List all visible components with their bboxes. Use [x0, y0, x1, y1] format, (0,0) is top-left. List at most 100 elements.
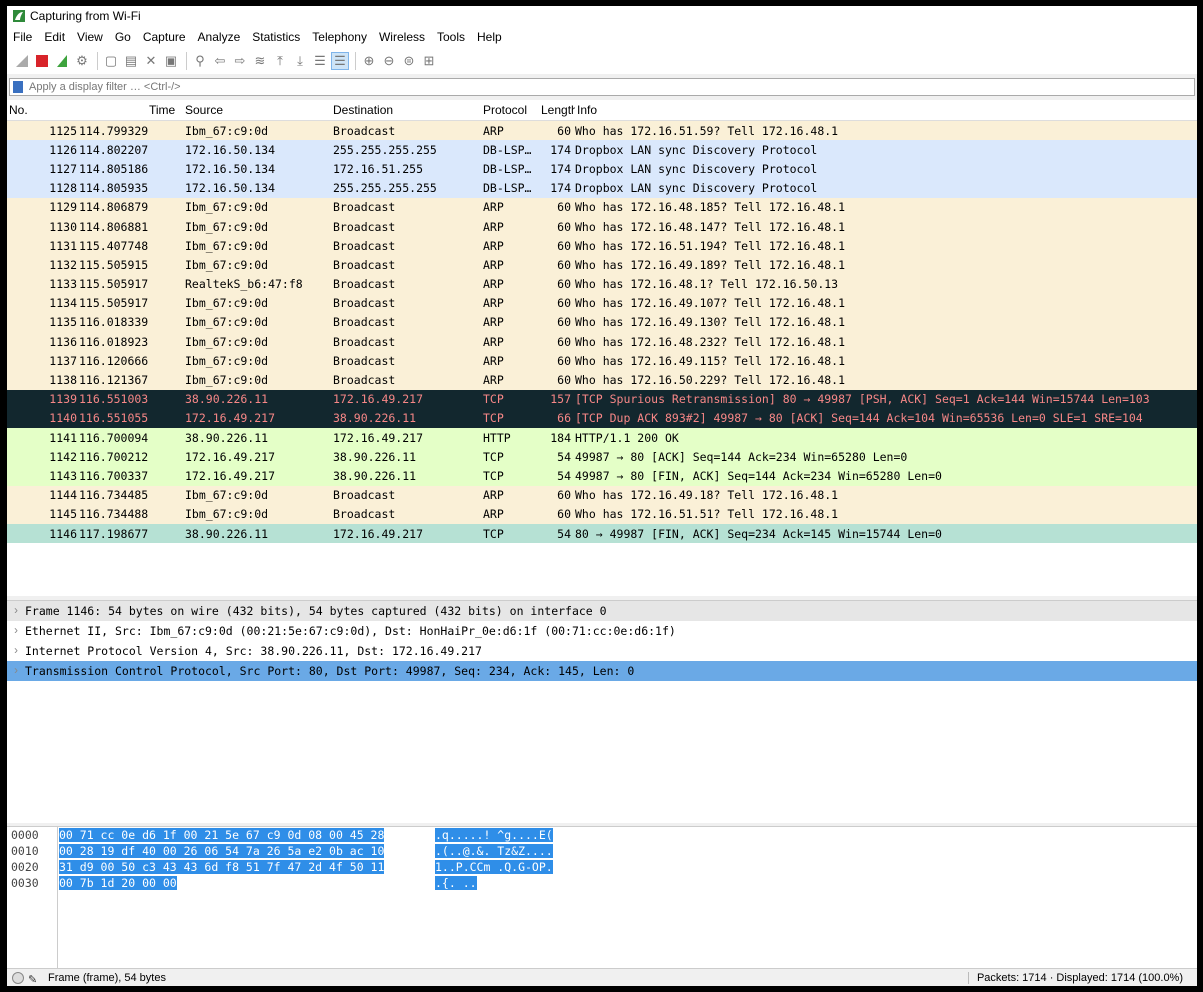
col-header-no[interactable]: No.	[7, 103, 79, 117]
packet-row[interactable]: 1136 116.018923 Ibm_67:c9:0d Broadcast ARP 60…	[7, 332, 1197, 352]
open-file-icon[interactable]: ▢	[102, 52, 120, 70]
bookmark-icon[interactable]	[13, 81, 23, 93]
shark-fin-start-icon[interactable]	[13, 52, 31, 70]
close-file-icon[interactable]: ✕	[142, 52, 160, 70]
col-header-destination[interactable]: Destination	[329, 103, 481, 117]
packet-row[interactable]: 1130 114.806881 Ibm_67:c9:0d Broadcast ARP 60…	[7, 216, 1197, 237]
packet-list-header: No. Time Source Destination Protocol Len…	[7, 100, 1197, 121]
hex-bytes[interactable]: 00 28 19 df 40 00 26 06 54 7a 26 5a e2 0…	[59, 844, 385, 858]
menu-telephony[interactable]: Telephony	[312, 30, 367, 44]
hex-ascii[interactable]: 1..P.CCm .Q.G-OP.	[435, 860, 553, 874]
first-packet-icon[interactable]: ⤒	[271, 52, 289, 70]
col-header-source[interactable]: Source	[179, 103, 329, 117]
packet-list[interactable]: No. Time Source Destination Protocol Len…	[7, 100, 1197, 596]
packet-row[interactable]: 1135 116.018339 Ibm_67:c9:0d Broadcast ARP 60…	[7, 312, 1197, 333]
reload-icon[interactable]: ▣	[162, 52, 180, 70]
packet-row[interactable]: 1129 114.806879 Ibm_67:c9:0d Broadcast ARP 60…	[7, 197, 1197, 217]
stop-icon[interactable]	[33, 52, 51, 70]
packet-destination: Broadcast	[333, 219, 396, 234]
hex-bytes[interactable]: 00 71 cc 0e d6 1f 00 21 5e 67 c9 0d 08 0…	[59, 828, 385, 842]
hex-ascii[interactable]: .q.....! ^g....E(	[435, 828, 553, 842]
packet-time: 116.700337	[79, 468, 149, 483]
toolbar-separator	[186, 52, 187, 70]
packet-row[interactable]: 1132 115.505915 Ibm_67:c9:0d Broadcast ARP 60…	[7, 255, 1197, 275]
packet-time: 114.802207	[79, 142, 149, 157]
detail-ipv4[interactable]: › Internet Protocol Version 4, Src: 38.90…	[7, 641, 1197, 661]
packet-row[interactable]: 1139 116.551003 38.90.226.11 172.16.49.217 T…	[7, 389, 1197, 409]
packet-row[interactable]: 1146 117.198677 38.90.226.11 172.16.49.217 T…	[7, 523, 1197, 544]
packet-row[interactable]: 1137 116.120666 Ibm_67:c9:0d Broadcast ARP 60…	[7, 351, 1197, 371]
menu-help[interactable]: Help	[477, 30, 502, 44]
menu-capture[interactable]: Capture	[143, 30, 186, 44]
hex-ascii[interactable]: .(..@.&. Tz&Z....	[435, 844, 553, 858]
hex-bytes[interactable]: 31 d9 00 50 c3 43 43 6d f8 51 7f 47 2d 4…	[59, 860, 385, 874]
display-filter-input[interactable]: Apply a display filter … <Ctrl-/>	[9, 78, 1195, 96]
status-packets: Packets: 1714 · Displayed: 1714 (100.0%)	[967, 972, 1183, 984]
packet-no: 1129	[49, 200, 77, 215]
packet-details-pane[interactable]: › Frame 1146: 54 bytes on wire (432 bits)…	[7, 600, 1197, 823]
colorize-icon[interactable]: ☰	[331, 52, 349, 70]
last-packet-icon[interactable]: ⤓	[291, 52, 309, 70]
detail-frame[interactable]: › Frame 1146: 54 bytes on wire (432 bits)…	[7, 601, 1197, 621]
go-to-packet-icon[interactable]: ≋	[251, 52, 269, 70]
packet-protocol: ARP	[483, 353, 504, 368]
menu-analyze[interactable]: Analyze	[198, 30, 241, 44]
chevron-right-icon[interactable]: ›	[7, 605, 25, 617]
zoom-out-icon[interactable]: ⊖	[380, 52, 398, 70]
packet-info: [TCP Spurious Retransmission] 80 → 49987…	[575, 392, 1150, 407]
find-icon[interactable]: ⚲	[191, 52, 209, 70]
normal-size-icon[interactable]: ⊜	[400, 52, 418, 70]
expert-info-icon[interactable]	[12, 972, 24, 984]
packet-length: 157	[550, 392, 571, 407]
packet-row[interactable]: 1141 116.700094 38.90.226.11 172.16.49.217 H…	[7, 428, 1197, 448]
chevron-right-icon[interactable]: ›	[7, 625, 25, 637]
col-header-protocol[interactable]: Protocol	[481, 103, 539, 117]
packet-row[interactable]: 1138 116.121367 Ibm_67:c9:0d Broadcast ARP 60…	[7, 370, 1197, 390]
packet-bytes-pane[interactable]: 0000 00 71 cc 0e d6 1f 00 21 5e 67 c9 0d …	[7, 826, 1197, 969]
menu-tools[interactable]: Tools	[437, 30, 465, 44]
packet-row[interactable]: 1144 116.734485 Ibm_67:c9:0d Broadcast ARP 60…	[7, 485, 1197, 505]
packet-row[interactable]: 1140 116.551055 172.16.49.217 38.90.226.11 T…	[7, 408, 1197, 428]
menu-edit[interactable]: Edit	[44, 30, 65, 44]
packet-row[interactable]: 1145 116.734488 Ibm_67:c9:0d Broadcast ARP 60…	[7, 504, 1197, 524]
packet-time: 116.700212	[79, 449, 149, 464]
edit-comment-icon[interactable]: ✎	[28, 973, 38, 986]
packet-row[interactable]: 1125 114.799329 Ibm_67:c9:0d Broadcast ARP 60…	[7, 121, 1197, 141]
menu-file[interactable]: File	[13, 30, 32, 44]
options-gear-icon[interactable]: ⚙	[73, 52, 91, 70]
go-forward-icon[interactable]: ⇨	[231, 52, 249, 70]
packet-row[interactable]: 1143 116.700337 172.16.49.217 38.90.226.11 T…	[7, 466, 1197, 486]
detail-tcp[interactable]: › Transmission Control Protocol, Src Port…	[7, 661, 1197, 681]
autoscroll-icon[interactable]: ☰	[311, 52, 329, 70]
packet-row[interactable]: 1126 114.802207 172.16.50.134 255.255.255.2…	[7, 140, 1197, 160]
hex-ascii[interactable]: .{. ..	[435, 876, 477, 890]
menu-statistics[interactable]: Statistics	[252, 30, 300, 44]
hex-bytes[interactable]: 00 7b 1d 20 00 00	[59, 876, 177, 890]
col-header-time[interactable]: Time	[79, 103, 179, 117]
packet-source: Ibm_67:c9:0d	[185, 200, 269, 215]
packet-no: 1145	[49, 507, 77, 522]
packet-row[interactable]: 1133 115.505917 RealtekS_b6:47:f8 Broadcast…	[7, 274, 1197, 294]
col-header-length[interactable]: Length	[539, 103, 575, 117]
resize-columns-icon[interactable]: ⊞	[420, 52, 438, 70]
packet-time: 116.551003	[79, 392, 149, 407]
packet-row[interactable]: 1128 114.805935 172.16.50.134 255.255.255.2…	[7, 178, 1197, 198]
packet-row[interactable]: 1131 115.407748 Ibm_67:c9:0d Broadcast ARP 60…	[7, 236, 1197, 256]
zoom-in-icon[interactable]: ⊕	[360, 52, 378, 70]
restart-icon[interactable]	[53, 52, 71, 70]
menu-view[interactable]: View	[77, 30, 103, 44]
packet-no: 1126	[49, 142, 77, 157]
chevron-right-icon[interactable]: ›	[7, 645, 25, 657]
save-file-icon[interactable]: ▤	[122, 52, 140, 70]
packet-row[interactable]: 1134 115.505917 Ibm_67:c9:0d Broadcast ARP 60…	[7, 293, 1197, 313]
packet-row[interactable]: 1127 114.805186 172.16.50.134 172.16.51.255…	[7, 159, 1197, 179]
chevron-right-icon[interactable]: ›	[7, 665, 25, 677]
menu-go[interactable]: Go	[115, 30, 131, 44]
packet-row[interactable]: 1142 116.700212 172.16.49.217 38.90.226.11 T…	[7, 447, 1197, 467]
detail-ethernet[interactable]: › Ethernet II, Src: Ibm_67:c9:0d (00:21:5…	[7, 621, 1197, 641]
packet-destination: Broadcast	[333, 200, 396, 215]
menu-wireless[interactable]: Wireless	[379, 30, 425, 44]
col-header-info[interactable]: Info	[575, 103, 1197, 117]
go-back-icon[interactable]: ⇦	[211, 52, 229, 70]
packet-protocol: DB-LSP…	[483, 142, 532, 157]
